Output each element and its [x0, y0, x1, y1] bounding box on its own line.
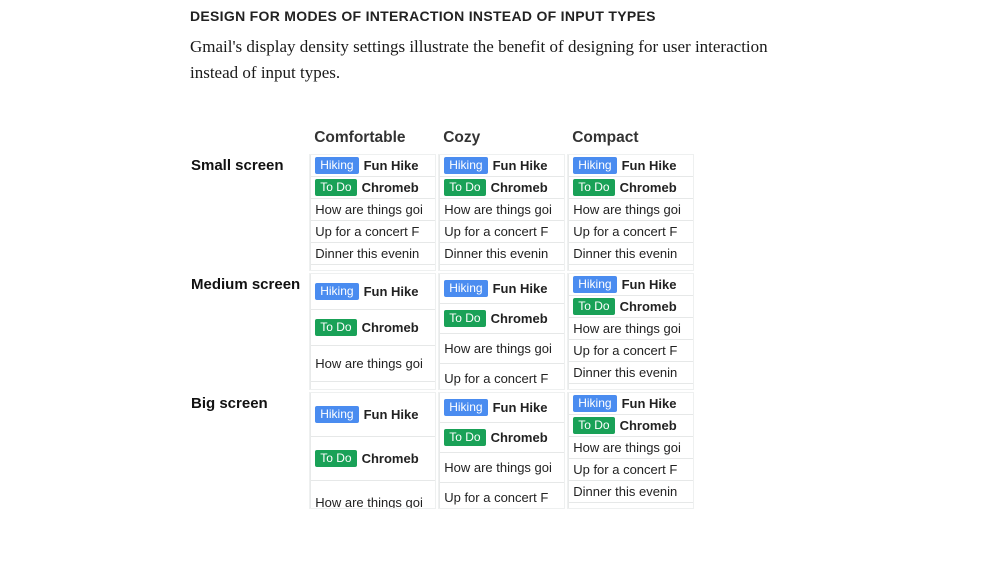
preview-medium-cozy: Hiking Fun Hike To Do Chromeb How are thin… — [439, 274, 564, 389]
msg-chrome: Chromeb — [491, 311, 548, 326]
msg-chrome: Chromeb — [362, 320, 419, 335]
preview-small-comfortable: Hiking Fun Hike To Do Chromeb How are thin… — [310, 155, 435, 270]
msg-dinner: Dinner this evenin — [444, 246, 548, 261]
row-label-medium: Medium screen — [187, 272, 308, 391]
msg-dinner: Dinner this evenin — [573, 484, 677, 499]
msg-hike: Fun Hike — [493, 158, 548, 173]
msg-chrome: Chromeb — [491, 430, 548, 445]
msg-how: How are things goi — [315, 202, 423, 217]
msg-concert: Up for a concert F — [444, 490, 548, 505]
msg-hike: Fun Hike — [364, 407, 419, 422]
preview-medium-compact: Hiking Fun Hike To Do Chromeb How are thin… — [568, 274, 693, 389]
hiking-tag: Hiking — [444, 399, 487, 416]
hiking-tag: Hiking — [573, 157, 616, 174]
msg-dinner: Dinner this evenin — [315, 246, 419, 261]
todo-tag: To Do — [573, 417, 614, 434]
row-medium: Medium screen Hiking Fun Hike To Do Chrome… — [187, 272, 695, 391]
header-row: Comfortable Cozy Compact — [187, 129, 695, 153]
todo-tag: To Do — [315, 179, 356, 196]
col-head-cozy: Cozy — [437, 129, 566, 153]
msg-concert: Up for a concert F — [573, 343, 677, 358]
hiking-tag: Hiking — [315, 283, 358, 300]
msg-hike: Fun Hike — [364, 158, 419, 173]
msg-hike: Fun Hike — [622, 396, 677, 411]
todo-tag: To Do — [315, 450, 356, 467]
msg-chrome: Chromeb — [491, 180, 548, 195]
msg-dinner: Dinner this evenin — [573, 246, 677, 261]
msg-how: How are things goi — [573, 440, 681, 455]
todo-tag: To Do — [573, 179, 614, 196]
msg-hike: Fun Hike — [493, 281, 548, 296]
preview-small-cozy: Hiking Fun Hike To Do Chromeb How are thin… — [439, 155, 564, 270]
density-table-figure: Comfortable Cozy Compact Small screen Hi… — [190, 129, 820, 510]
msg-hike: Fun Hike — [622, 158, 677, 173]
msg-concert: Up for a concert F — [573, 462, 677, 477]
msg-how: How are things goi — [444, 202, 552, 217]
msg-chrome: Chromeb — [620, 299, 677, 314]
todo-tag: To Do — [444, 179, 485, 196]
todo-tag: To Do — [444, 429, 485, 446]
hiking-tag: Hiking — [573, 395, 616, 412]
msg-how: How are things goi — [315, 495, 423, 508]
msg-concert: Up for a concert F — [444, 224, 548, 239]
preview-medium-comfortable: Hiking Fun Hike To Do Chromeb How are thin… — [310, 274, 435, 389]
msg-how: How are things goi — [573, 321, 681, 336]
msg-how: How are things goi — [315, 356, 423, 371]
msg-chrome: Chromeb — [620, 418, 677, 433]
msg-concert: Up for a concert F — [444, 371, 548, 386]
hiking-tag: Hiking — [315, 406, 358, 423]
col-head-comfortable: Comfortable — [308, 129, 437, 153]
row-label-big: Big screen — [187, 391, 308, 510]
msg-hike: Fun Hike — [364, 284, 419, 299]
preview-small-compact: Hiking Fun Hike To Do Chromeb How are thin… — [568, 155, 693, 270]
preview-big-cozy: Hiking Fun Hike To Do Chromeb How are thin… — [439, 393, 564, 508]
msg-chrome: Chromeb — [362, 451, 419, 466]
msg-chrome: Chromeb — [362, 180, 419, 195]
hiking-tag: Hiking — [444, 280, 487, 297]
todo-tag: To Do — [573, 298, 614, 315]
todo-tag: To Do — [444, 310, 485, 327]
msg-how: How are things goi — [573, 202, 681, 217]
msg-hike: Fun Hike — [493, 400, 548, 415]
hiking-tag: Hiking — [315, 157, 358, 174]
preview-big-comfortable: Hiking Fun Hike To Do Chromeb How are thin… — [310, 393, 435, 508]
density-table: Comfortable Cozy Compact Small screen Hi… — [187, 129, 695, 510]
hiking-tag: Hiking — [444, 157, 487, 174]
msg-chrome: Chromeb — [620, 180, 677, 195]
section-heading: DESIGN FOR MODES OF INTERACTION INSTEAD … — [190, 8, 820, 24]
preview-big-compact: Hiking Fun Hike To Do Chromeb How are thin… — [568, 393, 693, 508]
todo-tag: To Do — [315, 319, 356, 336]
col-head-compact: Compact — [566, 129, 695, 153]
msg-hike: Fun Hike — [622, 277, 677, 292]
msg-dinner: Dinner this evenin — [573, 365, 677, 380]
msg-how: How are things goi — [444, 341, 552, 356]
row-label-small: Small screen — [187, 153, 308, 272]
row-big: Big screen Hiking Fun Hike To Do Chromeb H… — [187, 391, 695, 510]
msg-how: How are things goi — [444, 460, 552, 475]
msg-concert: Up for a concert F — [573, 224, 677, 239]
intro-paragraph: Gmail's display density settings illustr… — [190, 34, 820, 87]
msg-concert: Up for a concert F — [315, 224, 419, 239]
hiking-tag: Hiking — [573, 276, 616, 293]
row-small: Small screen Hiking Fun Hike To Do Chromeb… — [187, 153, 695, 272]
